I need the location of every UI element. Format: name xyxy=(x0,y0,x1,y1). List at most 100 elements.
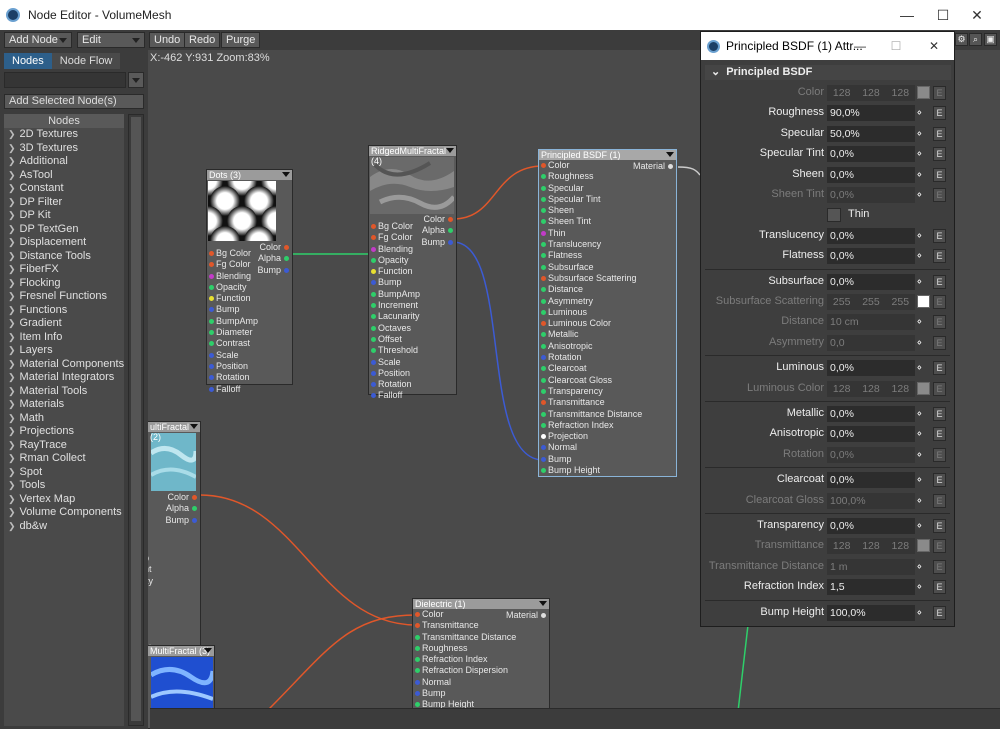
node-category-item[interactable]: ❯ DP Kit xyxy=(4,209,124,223)
input-port-row[interactable]: Specular Tint xyxy=(539,194,676,205)
chevron-right-icon[interactable]: ❯ xyxy=(8,385,16,399)
arrows-left-right-icon[interactable]: ‹› xyxy=(917,148,921,159)
undo-button[interactable]: Undo xyxy=(149,32,186,48)
attr-value-field[interactable]: 0,0% xyxy=(827,273,915,290)
node-category-item[interactable]: ❯ Projections xyxy=(4,425,124,439)
input-port-dot[interactable] xyxy=(371,291,376,297)
color-swatch[interactable] xyxy=(917,86,930,99)
envelope-button[interactable]: E xyxy=(933,274,946,289)
envelope-button[interactable]: E xyxy=(933,228,946,243)
color-b-field[interactable]: 255 xyxy=(885,294,915,310)
input-port-row[interactable]: Translucency xyxy=(539,239,676,250)
output-port-row[interactable]: Color xyxy=(411,214,456,225)
attr-value-field[interactable]: 0,0% xyxy=(827,426,915,443)
input-port-dot[interactable] xyxy=(209,318,214,324)
input-port-row[interactable]: Normal xyxy=(539,442,676,453)
chevron-right-icon[interactable]: ❯ xyxy=(8,358,16,372)
input-port-dot[interactable] xyxy=(415,634,420,640)
thin-checkbox[interactable] xyxy=(827,208,841,223)
input-port-row[interactable]: Metallic xyxy=(539,329,676,340)
chevron-right-icon[interactable]: ❯ xyxy=(8,169,16,183)
arrows-left-right-icon[interactable]: ‹› xyxy=(917,581,921,592)
node-category-item[interactable]: ❯ RayTrace xyxy=(4,439,124,453)
envelope-button[interactable]: E xyxy=(933,407,946,421)
node-category-item[interactable]: ❯ Layers xyxy=(4,344,124,358)
node-category-item[interactable]: ❯ Materials xyxy=(4,398,124,412)
input-port-row[interactable]: Transmittance xyxy=(539,397,676,408)
input-port-row[interactable]: Clearcoat Gloss xyxy=(539,375,676,386)
attr-value-field[interactable]: 0,0% xyxy=(827,187,915,203)
scrollbar-thumb[interactable] xyxy=(131,117,141,721)
node-category-item[interactable]: ❯ Tools xyxy=(4,479,124,493)
input-port-row[interactable]: Opacity xyxy=(369,255,456,266)
chevron-right-icon[interactable]: ❯ xyxy=(8,223,16,237)
input-port-row[interactable]: Refraction Dispersion xyxy=(413,665,549,676)
output-port-row[interactable]: Bump xyxy=(247,265,292,276)
chevron-right-icon[interactable]: ❯ xyxy=(8,250,16,264)
node-category-item[interactable]: ❯ 2D Textures xyxy=(4,128,124,142)
input-port-dot[interactable] xyxy=(541,196,546,202)
input-port-row[interactable]: Luminous xyxy=(539,307,676,318)
edit-dropdown[interactable]: Edit xyxy=(77,32,145,48)
input-port-row[interactable]: Rotation xyxy=(207,372,292,383)
attr-value-field[interactable]: 50,0% xyxy=(827,125,915,142)
input-port-dot[interactable] xyxy=(371,370,376,376)
output-port-row[interactable]: Bump xyxy=(150,515,200,526)
node-category-item[interactable]: ❯ Flocking xyxy=(4,277,124,291)
input-port-row[interactable]: Sheen Tint xyxy=(539,216,676,227)
chevron-right-icon[interactable]: ❯ xyxy=(8,412,16,426)
redo-button[interactable]: Redo xyxy=(184,32,221,48)
node-category-item[interactable]: ❯ DP TextGen xyxy=(4,223,124,237)
input-port-row[interactable]: Projection xyxy=(539,431,676,442)
input-port-dot[interactable] xyxy=(541,185,546,191)
node-category-item[interactable]: ❯ Material Integrators xyxy=(4,371,124,385)
attr-value-field[interactable]: 1,5 xyxy=(827,579,915,596)
envelope-button[interactable]: E xyxy=(933,361,946,376)
envelope-button[interactable]: E xyxy=(933,381,946,396)
envelope-button[interactable]: E xyxy=(933,447,946,462)
arrows-left-right-icon[interactable]: ‹› xyxy=(917,362,921,373)
envelope-button[interactable]: E xyxy=(933,580,946,595)
node-category-item[interactable]: ❯ Material Tools xyxy=(4,385,124,399)
node-category-item[interactable]: ❯ 3D Textures xyxy=(4,142,124,156)
tab-nodes[interactable]: Nodes xyxy=(4,53,52,69)
dialog-close-button[interactable]: ✕ xyxy=(917,32,951,60)
input-port-row[interactable]: Transmittance xyxy=(413,620,549,631)
attr-value-field[interactable]: 0,0% xyxy=(827,518,915,534)
chevron-right-icon[interactable]: ❯ xyxy=(8,317,16,331)
input-port-dot[interactable] xyxy=(415,645,420,651)
chevron-right-icon[interactable]: ❯ xyxy=(8,466,16,480)
input-port-row[interactable]: Thin xyxy=(539,228,676,239)
input-port-row[interactable]: Normal xyxy=(413,677,549,688)
arrows-left-right-icon[interactable]: ‹› xyxy=(917,428,921,439)
input-port-row[interactable]: Subsurface Scattering xyxy=(539,273,676,284)
input-port-row[interactable]: Asymmetry xyxy=(539,296,676,307)
arrows-left-right-icon[interactable]: ‹› xyxy=(917,561,921,572)
output-port-dot[interactable] xyxy=(448,239,453,245)
node-category-item[interactable]: ❯ Spot xyxy=(4,466,124,480)
input-port-dot[interactable] xyxy=(415,612,420,617)
color-r-field[interactable]: 128 xyxy=(827,85,857,101)
chevron-right-icon[interactable]: ❯ xyxy=(8,493,16,507)
input-port-row[interactable]: Position xyxy=(207,361,292,372)
chevron-right-icon[interactable]: ❯ xyxy=(8,331,16,345)
output-port-dot[interactable] xyxy=(448,228,453,234)
color-g-field[interactable]: 128 xyxy=(856,538,886,555)
arrows-left-right-icon[interactable]: ‹› xyxy=(917,128,921,139)
envelope-button[interactable]: E xyxy=(933,147,946,162)
color-rgb-fields[interactable]: 128 128 128 xyxy=(827,85,915,101)
chevron-right-icon[interactable]: ❯ xyxy=(8,439,16,453)
input-port-row[interactable]: Rotation xyxy=(539,352,676,363)
chevron-right-icon[interactable]: ❯ xyxy=(8,520,16,534)
chevron-right-icon[interactable]: ❯ xyxy=(8,236,16,250)
output-port-row[interactable]: Alpha xyxy=(411,225,456,236)
arrows-left-right-icon[interactable]: ‹› xyxy=(917,107,921,118)
input-port-row[interactable]: Distance xyxy=(539,284,676,295)
arrows-left-right-icon[interactable]: ‹› xyxy=(917,607,921,618)
color-b-field[interactable]: 128 xyxy=(885,380,915,397)
attr-value-field[interactable]: 0,0% xyxy=(827,406,915,422)
chevron-right-icon[interactable]: ❯ xyxy=(8,263,16,277)
node-category-item[interactable]: ❯ Gradient xyxy=(4,317,124,331)
attr-value-field[interactable]: 100,0% xyxy=(827,492,915,509)
attr-value-field[interactable]: 0,0 xyxy=(827,334,915,351)
